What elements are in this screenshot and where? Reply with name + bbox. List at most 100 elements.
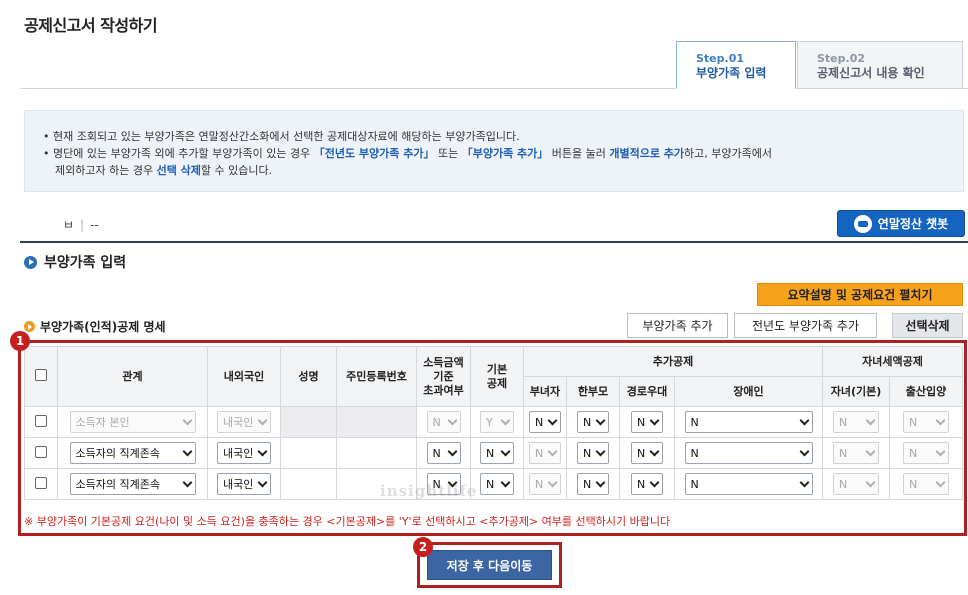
- notice-line: 제외하고자 하는 경우 선택 삭제할 수 있습니다.: [55, 164, 273, 177]
- chevron-down-icon: [595, 415, 606, 425]
- select-all-checkbox[interactable]: [35, 368, 47, 381]
- nationality-select[interactable]: 내국인: [217, 442, 271, 464]
- nav-row: ㅂ | --: [63, 218, 99, 232]
- child-basic-select: N: [833, 411, 879, 433]
- header-elderly: 경로우대: [619, 376, 675, 407]
- dependent-table: 관계 내외국인 성명 주민등록번호 소득금액 기준 초과여부 기본 공제 추가공제 자…: [24, 346, 963, 500]
- income-select[interactable]: N: [426, 442, 461, 464]
- female-select: N: [529, 442, 561, 464]
- tab-step-02[interactable]: Step.02 공제신고서 내용 확인: [797, 41, 963, 89]
- delete-selected-button[interactable]: 선택삭제: [892, 313, 963, 338]
- header-nationality: 내외국인: [207, 346, 281, 407]
- summary-expand-button[interactable]: 요약설명 및 공제요건 펼치기: [757, 283, 963, 306]
- header-child-tax: 자녀세액공제: [822, 346, 963, 377]
- section-title-text: 부양가족 입력: [44, 255, 127, 271]
- chatbot-label: 연말정산 챗봇: [877, 217, 949, 231]
- row-checkbox[interactable]: [35, 476, 47, 489]
- name-cell[interactable]: [280, 437, 337, 469]
- row-checkbox[interactable]: [35, 414, 47, 427]
- chatbot-icon: [853, 214, 872, 233]
- nav-left[interactable]: ㅂ: [63, 218, 74, 232]
- step-label: 부양가족 입력: [696, 66, 767, 80]
- rrn-cell: [336, 406, 417, 438]
- chevron-down-icon: [865, 477, 876, 487]
- birth-select: N: [903, 442, 949, 464]
- chevron-down-icon: [865, 446, 876, 456]
- rrn-cell[interactable]: [336, 437, 417, 469]
- chevron-down-icon: [547, 415, 558, 425]
- chevron-down-icon: [649, 415, 660, 425]
- chevron-down-icon: [799, 477, 809, 487]
- chevron-down-icon: [257, 477, 268, 487]
- chatbot-button[interactable]: 연말정산 챗봇: [837, 210, 965, 237]
- add-prev-year-dependent-button[interactable]: 전년도 부양가족 추가: [734, 313, 877, 338]
- header-female: 부녀자: [523, 376, 567, 407]
- header-income: 소득금액 기준 초과여부: [416, 346, 471, 407]
- table-row: 소득자의 직계존속 내국인 N N N N N N N N: [24, 437, 963, 469]
- step-number: Step.02: [817, 52, 866, 65]
- sub-title: 부양가족(인적)공제 명세: [24, 318, 166, 335]
- nationality-select[interactable]: 내국인: [217, 473, 271, 495]
- header-select-all[interactable]: [24, 346, 58, 407]
- basic-select[interactable]: N: [480, 473, 514, 495]
- female-select[interactable]: N: [529, 411, 561, 433]
- step-label: 공제신고서 내용 확인: [817, 66, 925, 80]
- step-badge-2: 2: [413, 537, 433, 557]
- single-parent-select[interactable]: N: [577, 411, 609, 433]
- section-title: 부양가족 입력: [24, 252, 126, 272]
- name-cell[interactable]: [280, 468, 337, 500]
- disabled-select[interactable]: N: [684, 411, 813, 433]
- disabled-select[interactable]: N: [684, 442, 813, 464]
- table-footnote: ※ 부양가족이 기본공제 요건(나이 및 소득 요건)을 충족하는 경우 <기본…: [24, 515, 671, 528]
- elderly-select[interactable]: N: [631, 411, 663, 433]
- chevron-down-icon: [649, 446, 660, 456]
- relation-select: 소득자 본인: [69, 411, 196, 433]
- save-next-button[interactable]: 저장 후 다음이동: [427, 550, 552, 580]
- tab-step-01[interactable]: Step.01 부양가족 입력: [676, 41, 796, 89]
- chevron-down-icon: [182, 477, 192, 487]
- relation-select[interactable]: 소득자의 직계존속: [69, 442, 196, 464]
- chevron-down-icon: [935, 446, 946, 456]
- page-title: 공제신고서 작성하기: [24, 16, 158, 35]
- chevron-down-icon: [447, 446, 457, 456]
- child-basic-select: N: [833, 473, 879, 495]
- chevron-down-icon: [182, 415, 192, 425]
- basic-select[interactable]: N: [480, 442, 514, 464]
- header-single-parent: 한부모: [566, 376, 620, 407]
- chevron-down-icon: [447, 415, 457, 425]
- chevron-down-icon: [865, 415, 876, 425]
- chevron-down-icon: [547, 446, 558, 456]
- chevron-down-icon: [182, 446, 192, 456]
- arrow-circle-icon: [24, 321, 35, 332]
- single-parent-select[interactable]: N: [577, 442, 609, 464]
- header-birth: 출산입양: [889, 376, 963, 407]
- chevron-down-icon: [935, 477, 946, 487]
- female-select: N: [529, 473, 561, 495]
- header-basic: 기본 공제: [470, 346, 524, 407]
- chevron-down-icon: [547, 477, 558, 487]
- chevron-down-icon: [500, 415, 511, 425]
- chevron-down-icon: [595, 477, 606, 487]
- chevron-down-icon: [649, 477, 660, 487]
- header-relation: 관계: [57, 346, 208, 407]
- table-row: 소득자의 직계존속 내국인 N N N N N N N N: [24, 468, 963, 500]
- elderly-select[interactable]: N: [631, 473, 663, 495]
- single-parent-select[interactable]: N: [577, 473, 609, 495]
- disabled-select[interactable]: N: [684, 473, 813, 495]
- chevron-down-icon: [935, 415, 946, 425]
- add-dependent-button[interactable]: 부양가족 추가: [627, 313, 728, 338]
- birth-select: N: [903, 473, 949, 495]
- sub-title-text: 부양가족(인적)공제 명세: [40, 320, 166, 334]
- watermark: insightlife: [380, 482, 478, 500]
- row-checkbox[interactable]: [35, 445, 47, 458]
- chevron-down-icon: [799, 415, 809, 425]
- step-number: Step.01: [696, 52, 745, 65]
- elderly-select[interactable]: N: [631, 442, 663, 464]
- chevron-down-icon: [500, 477, 511, 487]
- header-child-basic: 자녀(기본): [822, 376, 890, 407]
- notice-line: • 현재 조회되고 있는 부양가족은 연말정산간소화에서 선택한 공제대상자료에…: [43, 130, 520, 143]
- child-basic-select: N: [833, 442, 879, 464]
- relation-select[interactable]: 소득자의 직계존속: [69, 473, 196, 495]
- header-rrn: 주민등록번호: [336, 346, 417, 407]
- name-cell: [280, 406, 337, 438]
